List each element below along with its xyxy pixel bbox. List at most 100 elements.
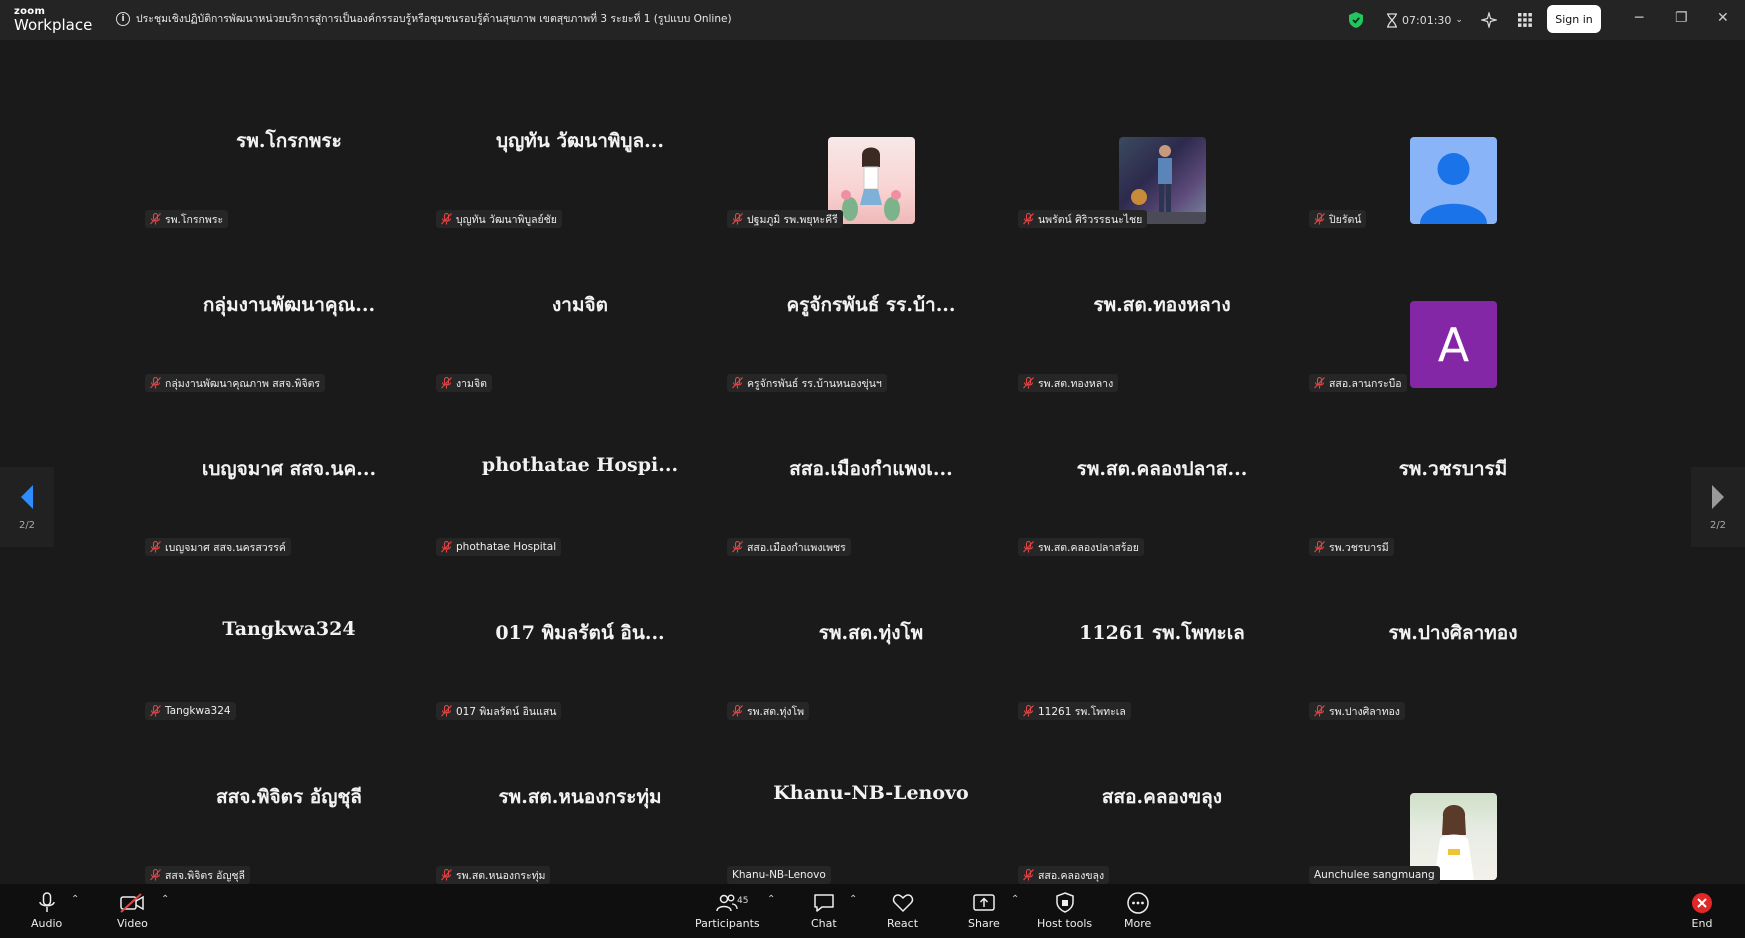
participant-name: บุญทัน วัฒนาพิบูลย์ชัย	[456, 213, 557, 226]
end-label: End	[1691, 917, 1713, 930]
meeting-info[interactable]: i ประชุมเชิงปฏิบัติการพัฒนาหน่วยบริการสู…	[116, 10, 732, 27]
participant-tile[interactable]: 017 พิมลรัตน์ อิน... 017 พิมลรัตน์ อินแสน	[435, 572, 725, 736]
participant-tile[interactable]: phothatae Hospi... phothatae Hospital	[435, 408, 725, 572]
participant-name: รพ.วชรบารมี	[1329, 541, 1389, 554]
participant-avatar: A	[1410, 301, 1497, 388]
video-options-caret-icon[interactable]: ⌃	[161, 894, 169, 905]
close-icon[interactable]: ✕	[1717, 10, 1729, 26]
participant-tile[interactable]: Khanu-NB-Lenovo Khanu-NB-Lenovo	[726, 736, 1016, 900]
audio-button[interactable]: Audio	[31, 892, 62, 930]
minimize-icon[interactable]: ─	[1635, 10, 1643, 26]
participant-name-tag: สสอ.คลองขลุง	[1018, 866, 1110, 884]
participant-tile[interactable]: เบญจมาศ สสจ.นค... เบญจมาศ สสจ.นครสวรรค์	[144, 408, 434, 572]
participant-display-name: งามจิต	[552, 294, 608, 316]
participant-tile[interactable]: ปฐมภูมิ รพ.พยุหะคีรี	[726, 80, 1016, 244]
audio-label: Audio	[31, 917, 63, 930]
participant-name-tag: 017 พิมลรัตน์ อินแสน	[436, 702, 562, 720]
previous-page-button[interactable]: 2/2	[0, 467, 54, 547]
muted-microphone-icon	[1023, 541, 1034, 553]
info-icon[interactable]: i	[116, 11, 130, 26]
avatar-letter: A	[1437, 317, 1470, 372]
participant-tile[interactable]: งามจิต งามจิต	[435, 244, 725, 408]
audio-options-caret-icon[interactable]: ⌃	[71, 894, 79, 905]
participant-tile[interactable]: รพ.ปางศิลาทอง รพ.ปางศิลาทอง	[1308, 572, 1598, 736]
participant-name: กลุ่มงานพัฒนาคุณภาพ สสจ.พิจิตร	[165, 377, 321, 390]
participant-tile[interactable]: 11261 รพ.โพทะเล 11261 รพ.โพทะเล	[1017, 572, 1307, 736]
react-button[interactable]: React	[887, 892, 918, 930]
participant-tile[interactable]: รพ.โกรกพระ รพ.โกรกพระ	[144, 80, 434, 244]
participant-name: Aunchulee sangmuang	[1314, 869, 1435, 881]
video-button[interactable]: Video	[117, 892, 148, 930]
muted-microphone-icon	[732, 541, 743, 553]
zoom-logo: zoom Workplace	[14, 7, 92, 33]
timer-text: 07:01:30	[1402, 13, 1452, 27]
participant-name-tag: Tangkwa324	[145, 702, 236, 720]
share-screen-icon	[973, 894, 995, 911]
participants-options-caret-icon[interactable]: ⌃	[767, 894, 775, 905]
participant-tile[interactable]: รพ.สต.หนองกระทุ่ม รพ.สต.หนองกระทุ่ม	[435, 736, 725, 900]
share-options-caret-icon[interactable]: ⌃	[1011, 894, 1019, 905]
participant-name-tag: รพ.สต.ทองหลาง	[1018, 374, 1119, 392]
participant-display-name: เบญจมาศ สสจ.นค...	[201, 458, 377, 480]
participant-tile[interactable]: กลุ่มงานพัฒนาคุณ... กลุ่มงานพัฒนาคุณภาพ ส…	[144, 244, 434, 408]
muted-microphone-icon	[1023, 705, 1034, 717]
chat-options-caret-icon[interactable]: ⌃	[849, 894, 857, 905]
participant-tile[interactable]: บุญทัน วัฒนาพิบูล... บุญทัน วัฒนาพิบูลย์ช…	[435, 80, 725, 244]
video-label: Video	[117, 917, 148, 930]
participant-tile[interactable]: Aunchulee sangmuang	[1308, 736, 1598, 900]
participant-tile[interactable]: สสจ.พิจิตร อัญชุลี สสจ.พิจิตร อัญชุลี	[144, 736, 434, 900]
participant-name: นพรัตน์ ศิริวรรธนะไชย	[1038, 213, 1143, 226]
participant-name-tag: ปฐมภูมิ รพ.พยุหะคีรี	[727, 210, 843, 228]
participant-tile[interactable]: นพรัตน์ ศิริวรรธนะไชย	[1017, 80, 1307, 244]
arrow-left-icon	[21, 484, 33, 509]
ai-companion-icon[interactable]	[1481, 0, 1497, 40]
participants-label: Participants	[695, 917, 760, 930]
participant-name: รพ.สต.คลองปลาสร้อย	[1038, 541, 1139, 554]
encryption-shield-icon[interactable]	[1348, 0, 1364, 40]
participant-tile[interactable]: รพ.สต.ทองหลาง รพ.สต.ทองหลาง	[1017, 244, 1307, 408]
participant-name-tag: กลุ่มงานพัฒนาคุณภาพ สสจ.พิจิตร	[145, 374, 326, 392]
participant-tile[interactable]: ครูจักรพันธ์ รร.บ้า... ครูจักรพันธ์ รร.บ้…	[726, 244, 1016, 408]
participant-name: ปิยรัตน์	[1329, 213, 1362, 226]
sign-in-button[interactable]: Sign in	[1547, 5, 1601, 33]
participant-tile[interactable]: รพ.วชรบารมี รพ.วชรบารมี	[1308, 408, 1598, 572]
participant-name: ครูจักรพันธ์ รร.บ้านหนองขุ่นฯ	[747, 377, 882, 390]
heart-icon	[892, 894, 913, 913]
participant-name: สสอ.คลองขลุง	[1038, 869, 1105, 882]
participant-tile[interactable]: รพ.สต.ทุ่งโพ รพ.สต.ทุ่งโพ	[726, 572, 1016, 736]
more-button[interactable]: More	[1124, 892, 1151, 930]
participant-tile[interactable]: A สสอ.ลานกระบือ	[1308, 244, 1598, 408]
page-indicator-right: 2/2	[1709, 519, 1727, 531]
participant-display-name: กลุ่มงานพัฒนาคุณ...	[202, 294, 376, 316]
next-page-button[interactable]: 2/2	[1691, 467, 1745, 547]
participant-name-tag: รพ.วชรบารมี	[1309, 538, 1394, 556]
participant-name: รพ.สต.ทุ่งโพ	[747, 705, 805, 718]
chat-button[interactable]: Chat	[811, 892, 837, 930]
muted-microphone-icon	[732, 705, 743, 717]
participant-name: Tangkwa324	[165, 705, 231, 717]
share-button[interactable]: Share	[968, 892, 1000, 930]
participant-display-name: รพ.วชรบารมี	[1398, 458, 1508, 480]
participant-tile[interactable]: สสอ.คลองขลุง สสอ.คลองขลุง	[1017, 736, 1307, 900]
participant-display-name: รพ.สต.หนองกระทุ่ม	[498, 786, 662, 808]
participant-avatar	[1410, 137, 1497, 224]
muted-microphone-icon	[1023, 213, 1034, 225]
participant-name: รพ.สต.ทองหลาง	[1038, 377, 1114, 390]
end-button[interactable]: End	[1691, 892, 1713, 930]
participant-name: งามจิต	[456, 377, 487, 390]
participant-name-tag: phothatae Hospital	[436, 538, 562, 556]
meeting-timer[interactable]: 07:01:30 ⌄	[1386, 0, 1463, 40]
participant-tile[interactable]: ปิยรัตน์	[1308, 80, 1598, 244]
participant-display-name: สสจ.พิจิตร อัญชุลี	[216, 786, 362, 808]
meeting-title: ประชุมเชิงปฏิบัติการพัฒนาหน่วยบริการสู่ก…	[136, 13, 732, 25]
participant-tile[interactable]: Tangkwa324 Tangkwa324	[144, 572, 434, 736]
host-tools-button[interactable]: Host tools	[1037, 892, 1092, 930]
participant-name: ปฐมภูมิ รพ.พยุหะคีรี	[747, 213, 838, 226]
participant-name-tag: รพ.สต.หนองกระทุ่ม	[436, 866, 551, 884]
participant-tile[interactable]: รพ.สต.คลองปลาส... รพ.สต.คลองปลาสร้อย	[1017, 408, 1307, 572]
maximize-icon[interactable]: ❐	[1675, 10, 1688, 26]
participant-display-name: รพ.ปางศิลาทอง	[1388, 622, 1518, 644]
participant-tile[interactable]: สสอ.เมืองกำแพงเ... สสอ.เมืองกำแพงเพชร	[726, 408, 1016, 572]
apps-grid-icon[interactable]	[1518, 0, 1532, 40]
participants-button[interactable]: Participants	[695, 892, 760, 930]
